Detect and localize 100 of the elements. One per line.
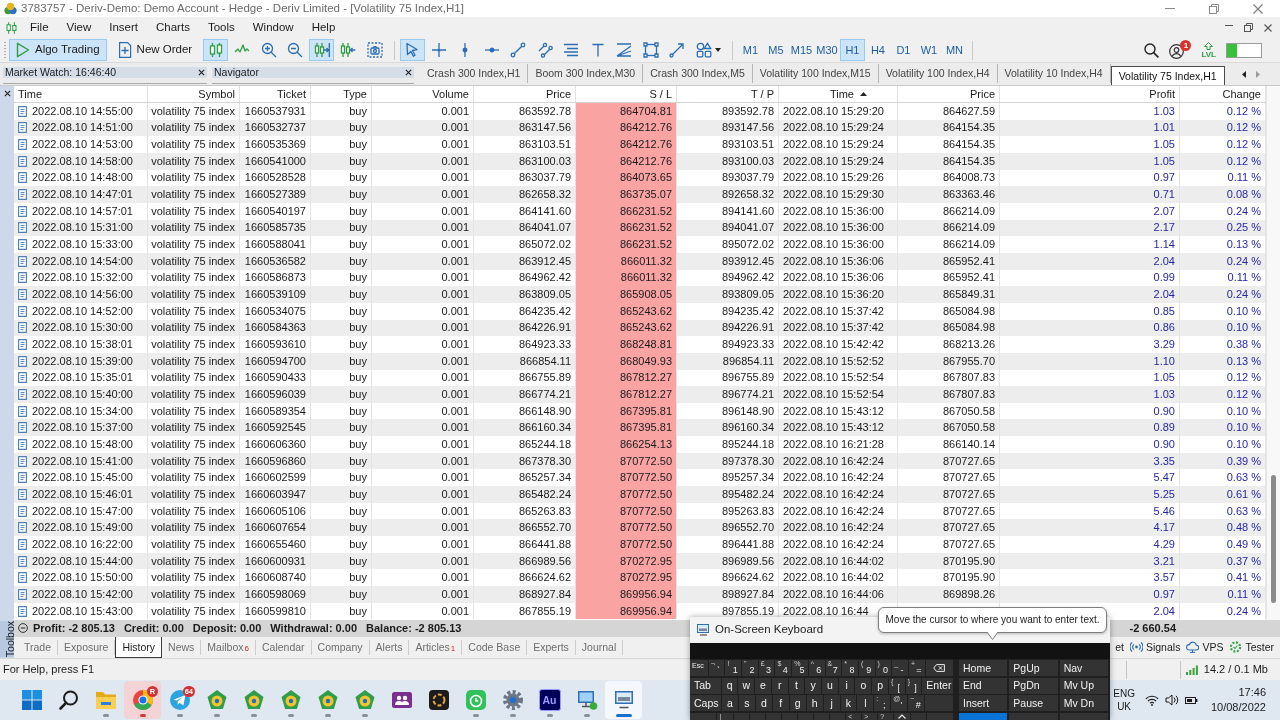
- chart-tab[interactable]: Volatility 100 Index,H4: [878, 64, 998, 83]
- scroll-right-icon[interactable]: [1256, 70, 1260, 78]
- new-order-button[interactable]: New Order: [110, 39, 200, 61]
- menu-item[interactable]: Tools: [198, 17, 244, 38]
- timeframe-button[interactable]: D1: [890, 39, 917, 61]
- keyboard-key[interactable]: t: [788, 677, 805, 694]
- chart-tab[interactable]: Crash 300 Index,M5: [643, 64, 753, 83]
- toolbox-tab[interactable]: History: [115, 636, 163, 658]
- keyboard-key[interactable]: Pause: [1009, 695, 1058, 711]
- column-header[interactable]: Change: [1222, 88, 1261, 100]
- keyboard-key[interactable]: j: [823, 695, 840, 711]
- toolbox-tab[interactable]: News: [162, 639, 202, 655]
- toolbox-tab[interactable]: Code Base: [462, 639, 528, 655]
- keyboard-key[interactable]: i: [838, 677, 855, 694]
- keyboard-key[interactable]: g: [789, 695, 806, 711]
- keyboard-key[interactable]: y: [805, 677, 822, 694]
- keyboard-key[interactable]: Insert: [959, 695, 1008, 711]
- timeframe-button[interactable]: M30: [814, 39, 840, 61]
- collapse-icon[interactable]: [18, 623, 28, 634]
- column-header[interactable]: Symbol: [198, 88, 235, 100]
- column-header[interactable]: S / L: [649, 88, 672, 100]
- timeframe-button[interactable]: H4: [865, 39, 891, 61]
- keyboard-key[interactable]: k: [840, 695, 857, 711]
- keyboard-language[interactable]: ENG: [1113, 688, 1135, 699]
- keyboard-key[interactable]: PgUp: [1009, 660, 1058, 676]
- scroll-left-icon[interactable]: [1242, 70, 1246, 78]
- audio-app-button[interactable]: Au: [531, 681, 568, 719]
- chart-tab[interactable]: Volatility 10 Index,H4: [997, 64, 1111, 83]
- toolbox-tab[interactable]: et: [1115, 642, 1124, 653]
- toolbox-tab[interactable]: Trade: [18, 639, 59, 655]
- scrollbar-thumb[interactable]: [1271, 475, 1276, 603]
- chart-tab[interactable]: Boom 300 Index,M30: [528, 64, 644, 83]
- clock-time[interactable]: 17:46: [1238, 687, 1266, 698]
- menu-item[interactable]: Insert: [100, 17, 147, 38]
- keyboard-app-button[interactable]: [605, 681, 642, 719]
- wifi-icon[interactable]: [1144, 694, 1159, 706]
- restore-icon[interactable]: [1244, 23, 1253, 32]
- menu-item[interactable]: Help: [302, 17, 345, 38]
- toolbox-tab[interactable]: Company: [311, 639, 370, 655]
- backspace-key[interactable]: [925, 660, 954, 676]
- search-icon[interactable]: [1144, 42, 1160, 58]
- keyboard-key[interactable]: e: [755, 677, 771, 694]
- keyboard-key[interactable]: h: [806, 695, 823, 711]
- keyboard-key[interactable]: w: [738, 677, 755, 694]
- battery-icon[interactable]: [1184, 694, 1198, 706]
- keyboard-region[interactable]: UK: [1117, 701, 1132, 712]
- algo-trading-button[interactable]: Algo Trading: [9, 39, 107, 61]
- keyboard-key[interactable]: q: [721, 677, 738, 694]
- timeframe-button[interactable]: W1: [916, 39, 942, 61]
- keyboard-key[interactable]: Home: [959, 660, 1008, 676]
- toolbox-tab[interactable]: Journal: [575, 639, 624, 655]
- timeframe-button[interactable]: MN: [941, 39, 968, 61]
- column-header[interactable]: Time: [829, 88, 867, 100]
- column-header[interactable]: Profit: [1149, 88, 1175, 100]
- close-icon[interactable]: [3, 90, 11, 97]
- keyboard-key[interactable]: r: [771, 677, 788, 694]
- column-header[interactable]: Volume: [432, 88, 469, 100]
- keyboard-key[interactable]: f: [772, 695, 789, 711]
- clock-date[interactable]: 10/08/2022: [1210, 702, 1266, 713]
- toolbox-tab[interactable]: Experts: [527, 639, 576, 655]
- column-header[interactable]: Price: [545, 88, 571, 100]
- keyboard-key[interactable]: Tab: [690, 677, 721, 694]
- timeframe-button[interactable]: M1: [737, 39, 764, 61]
- toolbox-tab[interactable]: Alerts: [369, 639, 410, 655]
- column-header[interactable]: T / P: [750, 88, 774, 100]
- toolbox-tab[interactable]: Calendar: [256, 639, 312, 655]
- chart-tab[interactable]: Volatility 75 Index,H1: [1110, 66, 1225, 85]
- keyboard-key[interactable]: d: [755, 695, 772, 711]
- column-header[interactable]: Time: [18, 88, 43, 100]
- menu-item[interactable]: View: [57, 17, 101, 38]
- bar-chart-button[interactable]: [203, 39, 229, 61]
- timeframe-button[interactable]: H1: [839, 39, 866, 61]
- chart-tab[interactable]: Crash 300 Index,H1: [420, 64, 529, 83]
- keyboard-key[interactable]: PgDn: [1009, 677, 1058, 694]
- keyboard-key[interactable]: l: [857, 695, 874, 711]
- menu-item[interactable]: Window: [243, 17, 303, 38]
- close-icon[interactable]: [198, 69, 205, 76]
- column-header[interactable]: Type: [343, 88, 367, 100]
- keyboard-key[interactable]: p: [872, 677, 888, 694]
- chart-tab[interactable]: Volatility 100 Index,M15: [752, 64, 879, 83]
- speaker-icon[interactable]: [1164, 694, 1180, 706]
- account-icon[interactable]: [1169, 44, 1185, 59]
- timeframe-button[interactable]: M5: [763, 39, 789, 61]
- keyboard-key[interactable]: Mv Dn: [1059, 695, 1108, 711]
- keyboard-key[interactable]: Nav: [1059, 660, 1108, 676]
- chart-shift-button[interactable]: [309, 39, 335, 61]
- keyboard-key[interactable]: a: [722, 695, 738, 711]
- keyboard-key[interactable]: u: [822, 677, 838, 694]
- keyboard-key[interactable]: Mv Up: [1059, 677, 1108, 694]
- timeframe-button[interactable]: M15: [788, 39, 815, 61]
- keyboard-key[interactable]: Caps: [690, 695, 722, 711]
- column-header[interactable]: Ticket: [277, 88, 306, 100]
- toolbox-tab[interactable]: Signals: [1129, 641, 1181, 654]
- keyboard-key[interactable]: o: [855, 677, 872, 694]
- close-icon[interactable]: [405, 69, 412, 76]
- keyboard-key[interactable]: s: [739, 695, 755, 711]
- column-header[interactable]: Price: [969, 88, 995, 100]
- keyboard-key[interactable]: Enter: [922, 677, 954, 694]
- close-icon[interactable]: [1264, 23, 1272, 32]
- toolbox-tab[interactable]: Mailbox 6: [201, 639, 256, 655]
